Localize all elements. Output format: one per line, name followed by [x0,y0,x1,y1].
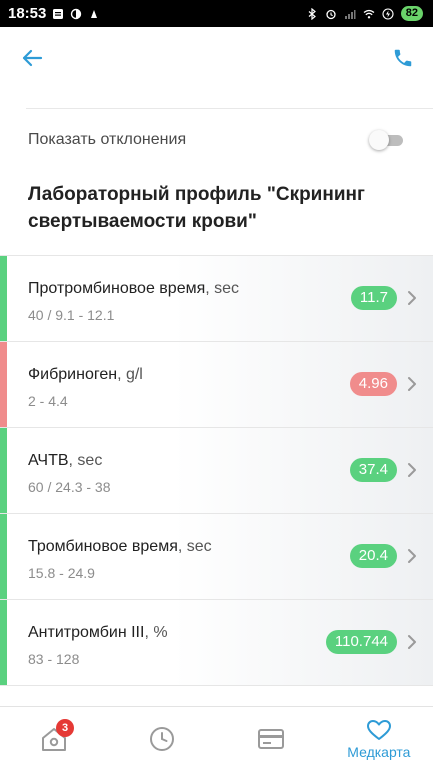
test-name-text: Фибриноген [28,366,118,383]
status-indicator-bar [0,342,7,427]
alarm-icon [326,9,336,19]
test-row[interactable]: АЧТВ, sec 60 / 24.3 - 38 37.4 [0,428,433,514]
test-name: Фибриноген, g/l [28,366,143,384]
test-value-badge: 110.744 [325,630,397,654]
section-title: Лабораторный профиль "Скрининг свертывае… [28,184,365,232]
chevron-right-icon [408,635,416,649]
test-value-badge: 4.96 [349,372,397,396]
battery-level: 82 [400,6,423,21]
nav-medcard[interactable]: Медкарта [325,707,433,770]
test-reference-range: 2 - 4.4 [28,393,68,409]
home-notification-badge: 3 [56,718,74,737]
test-name-text: Тромбиновое время [28,538,178,555]
status-indicator-bar [0,428,7,513]
chevron-right-icon [408,463,416,477]
test-reference-range: 60 / 24.3 - 38 [28,479,111,495]
test-unit: , % [144,624,168,641]
status-indicator-bar [0,256,7,341]
nav-home[interactable]: 3 [0,707,108,770]
phone-icon [394,49,412,67]
nav-payments[interactable] [217,707,325,770]
chevron-right-icon [408,377,416,391]
test-unit: , sec [177,538,212,555]
contrast-icon [71,8,82,19]
chevron-right-icon [408,549,416,563]
partial-row-divider [26,89,433,109]
message-icon [53,8,64,19]
app-notification-icon [91,9,98,18]
test-unit: , sec [68,452,103,469]
show-deviations-label: Показать отклонения [28,131,187,148]
test-value-badge: 11.7 [350,286,397,310]
test-row[interactable]: Тромбиновое время, sec 15.8 - 24.9 20.4 [0,514,433,600]
test-reference-range: 15.8 - 24.9 [28,565,95,581]
signal-icon [344,9,356,19]
charging-icon [382,7,394,20]
test-name: Протромбиновое время, sec [28,280,239,298]
status-indicator-bar [0,514,7,599]
test-unit: , g/l [117,366,143,383]
status-time: 18:53 [8,5,47,22]
test-name: АЧТВ, sec [28,452,102,470]
arrow-left-icon [22,49,43,67]
test-list: Протромбиновое время, sec 40 / 9.1 - 12.1… [0,255,433,686]
test-value-badge: 37.4 [349,458,397,482]
content-scroll[interactable]: Показать отклонения Лабораторный профиль… [0,89,433,706]
test-value-badge: 20.4 [349,544,397,568]
app-bar [0,27,433,89]
status-bar: 18:53 82 [0,0,433,27]
nav-history[interactable] [108,707,216,770]
wifi-icon [363,9,375,18]
test-name-text: Антитромбин III [28,624,145,641]
show-deviations-row: Показать отклонения [0,109,433,171]
test-unit: , sec [205,280,240,297]
show-deviations-toggle[interactable] [369,130,405,150]
heart-icon [366,719,391,740]
test-name-text: АЧТВ [28,452,69,469]
card-icon [257,728,284,749]
test-reference-range: 83 - 128 [28,651,80,667]
test-name: Антитромбин III, % [28,624,168,642]
test-row[interactable]: Протромбиновое время, sec 40 / 9.1 - 12.1… [0,256,433,342]
status-indicator-bar [0,600,7,685]
test-row[interactable]: Фибриноген, g/l 2 - 4.4 4.96 [0,342,433,428]
test-name: Тромбиновое время, sec [28,538,212,556]
test-reference-range: 40 / 9.1 - 12.1 [28,307,115,323]
test-name-text: Протромбиновое время [28,280,206,297]
test-row[interactable]: Антитромбин III, % 83 - 128 110.744 [0,600,433,686]
bluetooth-icon [308,7,316,20]
bottom-nav: 3 Медкарта [0,706,433,770]
chevron-right-icon [408,291,416,305]
nav-medcard-label: Медкарта [347,743,411,760]
back-button[interactable] [18,44,46,72]
clock-icon [150,726,175,751]
toggle-knob [369,130,389,150]
call-button[interactable] [389,44,417,72]
